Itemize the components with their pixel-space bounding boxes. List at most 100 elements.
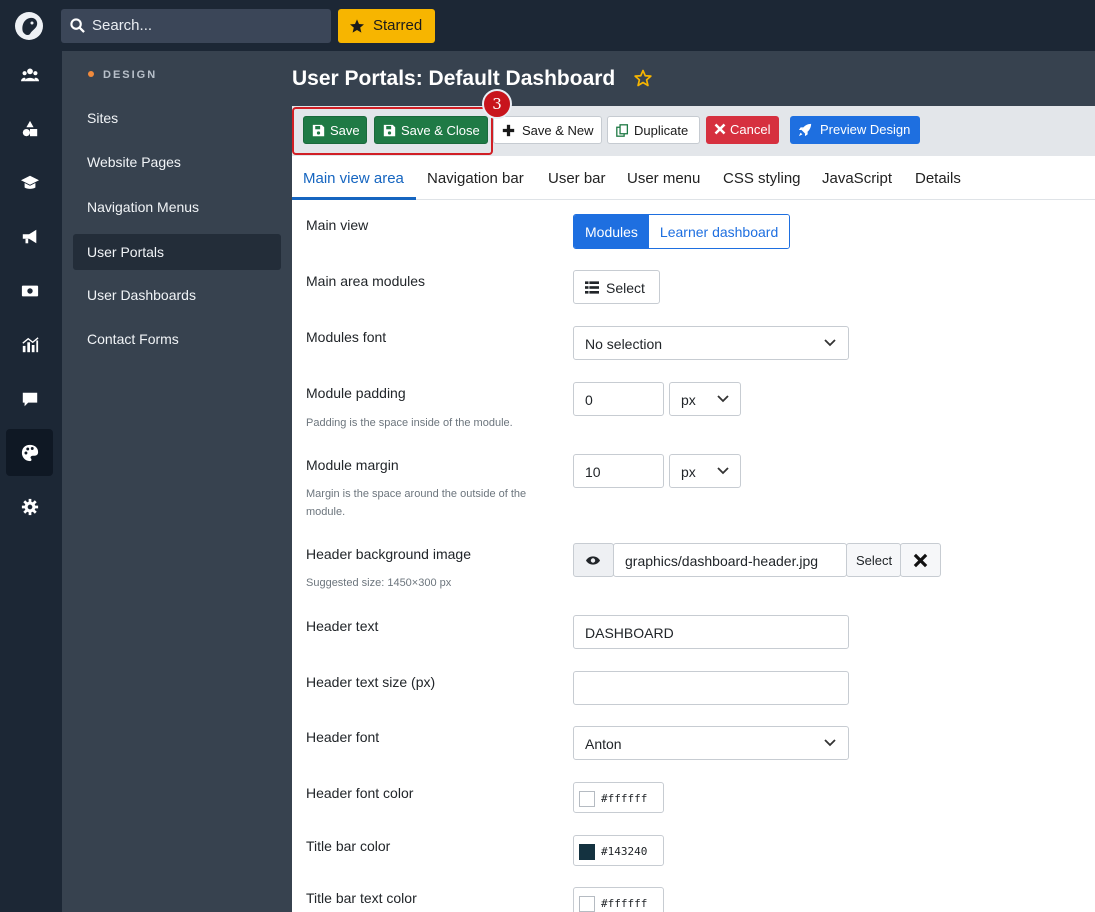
status-dot bbox=[88, 71, 94, 77]
sidebar-item-navigation-menus[interactable]: Navigation Menus bbox=[73, 189, 281, 225]
header-font-select[interactable]: Anton bbox=[573, 726, 849, 760]
sidebar-heading: DESIGN bbox=[88, 69, 157, 81]
plus-icon bbox=[502, 124, 515, 137]
palette-icon[interactable] bbox=[6, 429, 53, 476]
header-bg-image-help: Suggested size: 1450×300 px bbox=[306, 577, 452, 589]
save-new-label: Save & New bbox=[522, 123, 594, 138]
highlight-annotation bbox=[292, 107, 493, 155]
module-margin-input[interactable]: 10 bbox=[573, 454, 664, 488]
module-margin-value: 10 bbox=[585, 464, 601, 480]
sidebar-item-label: Website Pages bbox=[87, 154, 181, 170]
megaphone-icon[interactable] bbox=[6, 213, 53, 260]
color-swatch bbox=[579, 844, 595, 860]
title-bar-text-color-picker[interactable]: #ffffff bbox=[573, 887, 664, 912]
color-swatch bbox=[579, 791, 595, 807]
preview-design-button[interactable]: Preview Design bbox=[790, 116, 920, 144]
cancel-button[interactable]: Cancel bbox=[706, 116, 779, 144]
tab-user-bar[interactable]: User bar bbox=[548, 170, 606, 187]
favorite-star-icon[interactable] bbox=[634, 69, 652, 87]
header-bg-image-path: graphics/dashboard-header.jpg bbox=[625, 553, 819, 569]
title-bar-color-picker[interactable]: #143240 bbox=[573, 835, 664, 866]
header-font-color-label: Header font color bbox=[306, 785, 414, 801]
header-bg-image-label: Header background image bbox=[306, 546, 471, 562]
color-swatch bbox=[579, 896, 595, 912]
header-text-size-input[interactable] bbox=[573, 671, 849, 705]
copy-icon bbox=[616, 124, 629, 137]
modules-font-label: Modules font bbox=[306, 329, 387, 345]
sidebar-item-label: Contact Forms bbox=[87, 331, 179, 347]
title-bar-text-color-label: Title bar text color bbox=[306, 890, 417, 906]
sidebar-item-label: User Portals bbox=[87, 244, 165, 260]
header-text-value: DASHBOARD bbox=[585, 625, 674, 641]
main-view-option-modules[interactable]: Modules bbox=[574, 215, 649, 248]
header-text-input[interactable]: DASHBOARD bbox=[573, 615, 849, 649]
close-icon bbox=[714, 123, 726, 135]
sidebar-item-user-portals[interactable]: User Portals bbox=[73, 234, 281, 270]
star-icon bbox=[350, 19, 364, 33]
shapes-icon[interactable] bbox=[6, 105, 53, 152]
module-margin-unit-select[interactable]: px bbox=[669, 454, 741, 488]
tab-css-styling[interactable]: CSS styling bbox=[723, 170, 801, 187]
sidebar-item-website-pages[interactable]: Website Pages bbox=[73, 144, 281, 180]
duplicate-button[interactable]: Duplicate bbox=[607, 116, 700, 144]
sidebar-item-label: User Dashboards bbox=[87, 287, 196, 303]
sidebar-heading-text: DESIGN bbox=[103, 69, 158, 81]
tab-navigation-bar[interactable]: Navigation bar bbox=[427, 170, 524, 187]
page-header: User Portals: Default Dashboard bbox=[292, 51, 1095, 106]
main-view-option-learner-dashboard[interactable]: Learner dashboard bbox=[648, 215, 790, 248]
duplicate-label: Duplicate bbox=[634, 123, 689, 138]
page-title: User Portals: Default Dashboard bbox=[292, 67, 616, 90]
tab-user-menu[interactable]: User menu bbox=[627, 170, 700, 187]
module-padding-label: Module padding bbox=[306, 385, 406, 401]
top-bar: Search... Starred bbox=[0, 0, 1095, 51]
starred-label: Starred bbox=[373, 17, 423, 34]
header-bg-image-path-input[interactable]: graphics/dashboard-header.jpg bbox=[613, 543, 847, 577]
design-sidebar: DESIGN Sites Website Pages Navigation Me… bbox=[62, 51, 292, 912]
users-icon[interactable] bbox=[6, 51, 53, 98]
tab-javascript[interactable]: JavaScript bbox=[822, 170, 892, 187]
preview-design-label: Preview Design bbox=[820, 122, 911, 137]
comment-icon[interactable] bbox=[6, 375, 53, 422]
module-margin-label: Module margin bbox=[306, 457, 399, 473]
title-bar-color-label: Title bar color bbox=[306, 838, 391, 854]
chart-icon[interactable] bbox=[6, 321, 53, 368]
chevron-down-icon bbox=[824, 739, 836, 747]
preview-image-button[interactable] bbox=[573, 543, 614, 577]
select-label: Select bbox=[856, 553, 893, 568]
module-padding-input[interactable]: 0 bbox=[573, 382, 664, 416]
main-view-form: Main view Modules Learner dashboard Main… bbox=[292, 200, 1095, 912]
modules-select-button[interactable]: Select bbox=[573, 270, 660, 304]
sidebar-item-user-dashboards[interactable]: User Dashboards bbox=[73, 277, 281, 313]
rocket-icon bbox=[798, 123, 812, 137]
close-icon bbox=[913, 553, 928, 568]
header-font-color-picker[interactable]: #ffffff bbox=[573, 782, 664, 813]
module-padding-unit-select[interactable]: px bbox=[669, 382, 741, 416]
module-margin-help: Margin is the space around the outside o… bbox=[306, 488, 527, 518]
search-placeholder: Search... bbox=[92, 17, 153, 34]
search-icon bbox=[70, 18, 85, 33]
main-area-modules-label: Main area modules bbox=[306, 273, 426, 289]
sidebar-item-sites[interactable]: Sites bbox=[73, 100, 281, 136]
starred-button[interactable]: Starred bbox=[338, 9, 435, 43]
tab-details[interactable]: Details bbox=[915, 170, 961, 187]
money-bill-icon[interactable] bbox=[6, 267, 53, 314]
search-input[interactable]: Search... bbox=[61, 9, 331, 43]
title-bar-color-value: #143240 bbox=[601, 845, 648, 858]
app-logo-icon[interactable] bbox=[15, 12, 43, 40]
graduation-cap-icon[interactable] bbox=[6, 159, 53, 206]
icon-rail bbox=[0, 51, 62, 912]
chevron-down-icon bbox=[717, 395, 729, 403]
gear-icon[interactable] bbox=[6, 483, 53, 530]
clear-image-button[interactable] bbox=[900, 543, 941, 577]
module-padding-value: 0 bbox=[585, 392, 593, 408]
save-new-button[interactable]: Save & New bbox=[493, 116, 602, 144]
sidebar-item-contact-forms[interactable]: Contact Forms bbox=[73, 321, 281, 357]
modules-font-select[interactable]: No selection bbox=[573, 326, 849, 360]
header-text-size-label: Header text size (px) bbox=[306, 674, 436, 690]
tab-main-view-area[interactable]: Main view area bbox=[303, 170, 404, 187]
header-bg-image-select-button[interactable]: Select bbox=[846, 543, 901, 577]
step-number-badge: 3 bbox=[482, 89, 512, 119]
chevron-down-icon bbox=[824, 339, 836, 347]
module-padding-help: Padding is the space inside of the modul… bbox=[306, 417, 513, 429]
header-font-value: Anton bbox=[585, 736, 622, 752]
